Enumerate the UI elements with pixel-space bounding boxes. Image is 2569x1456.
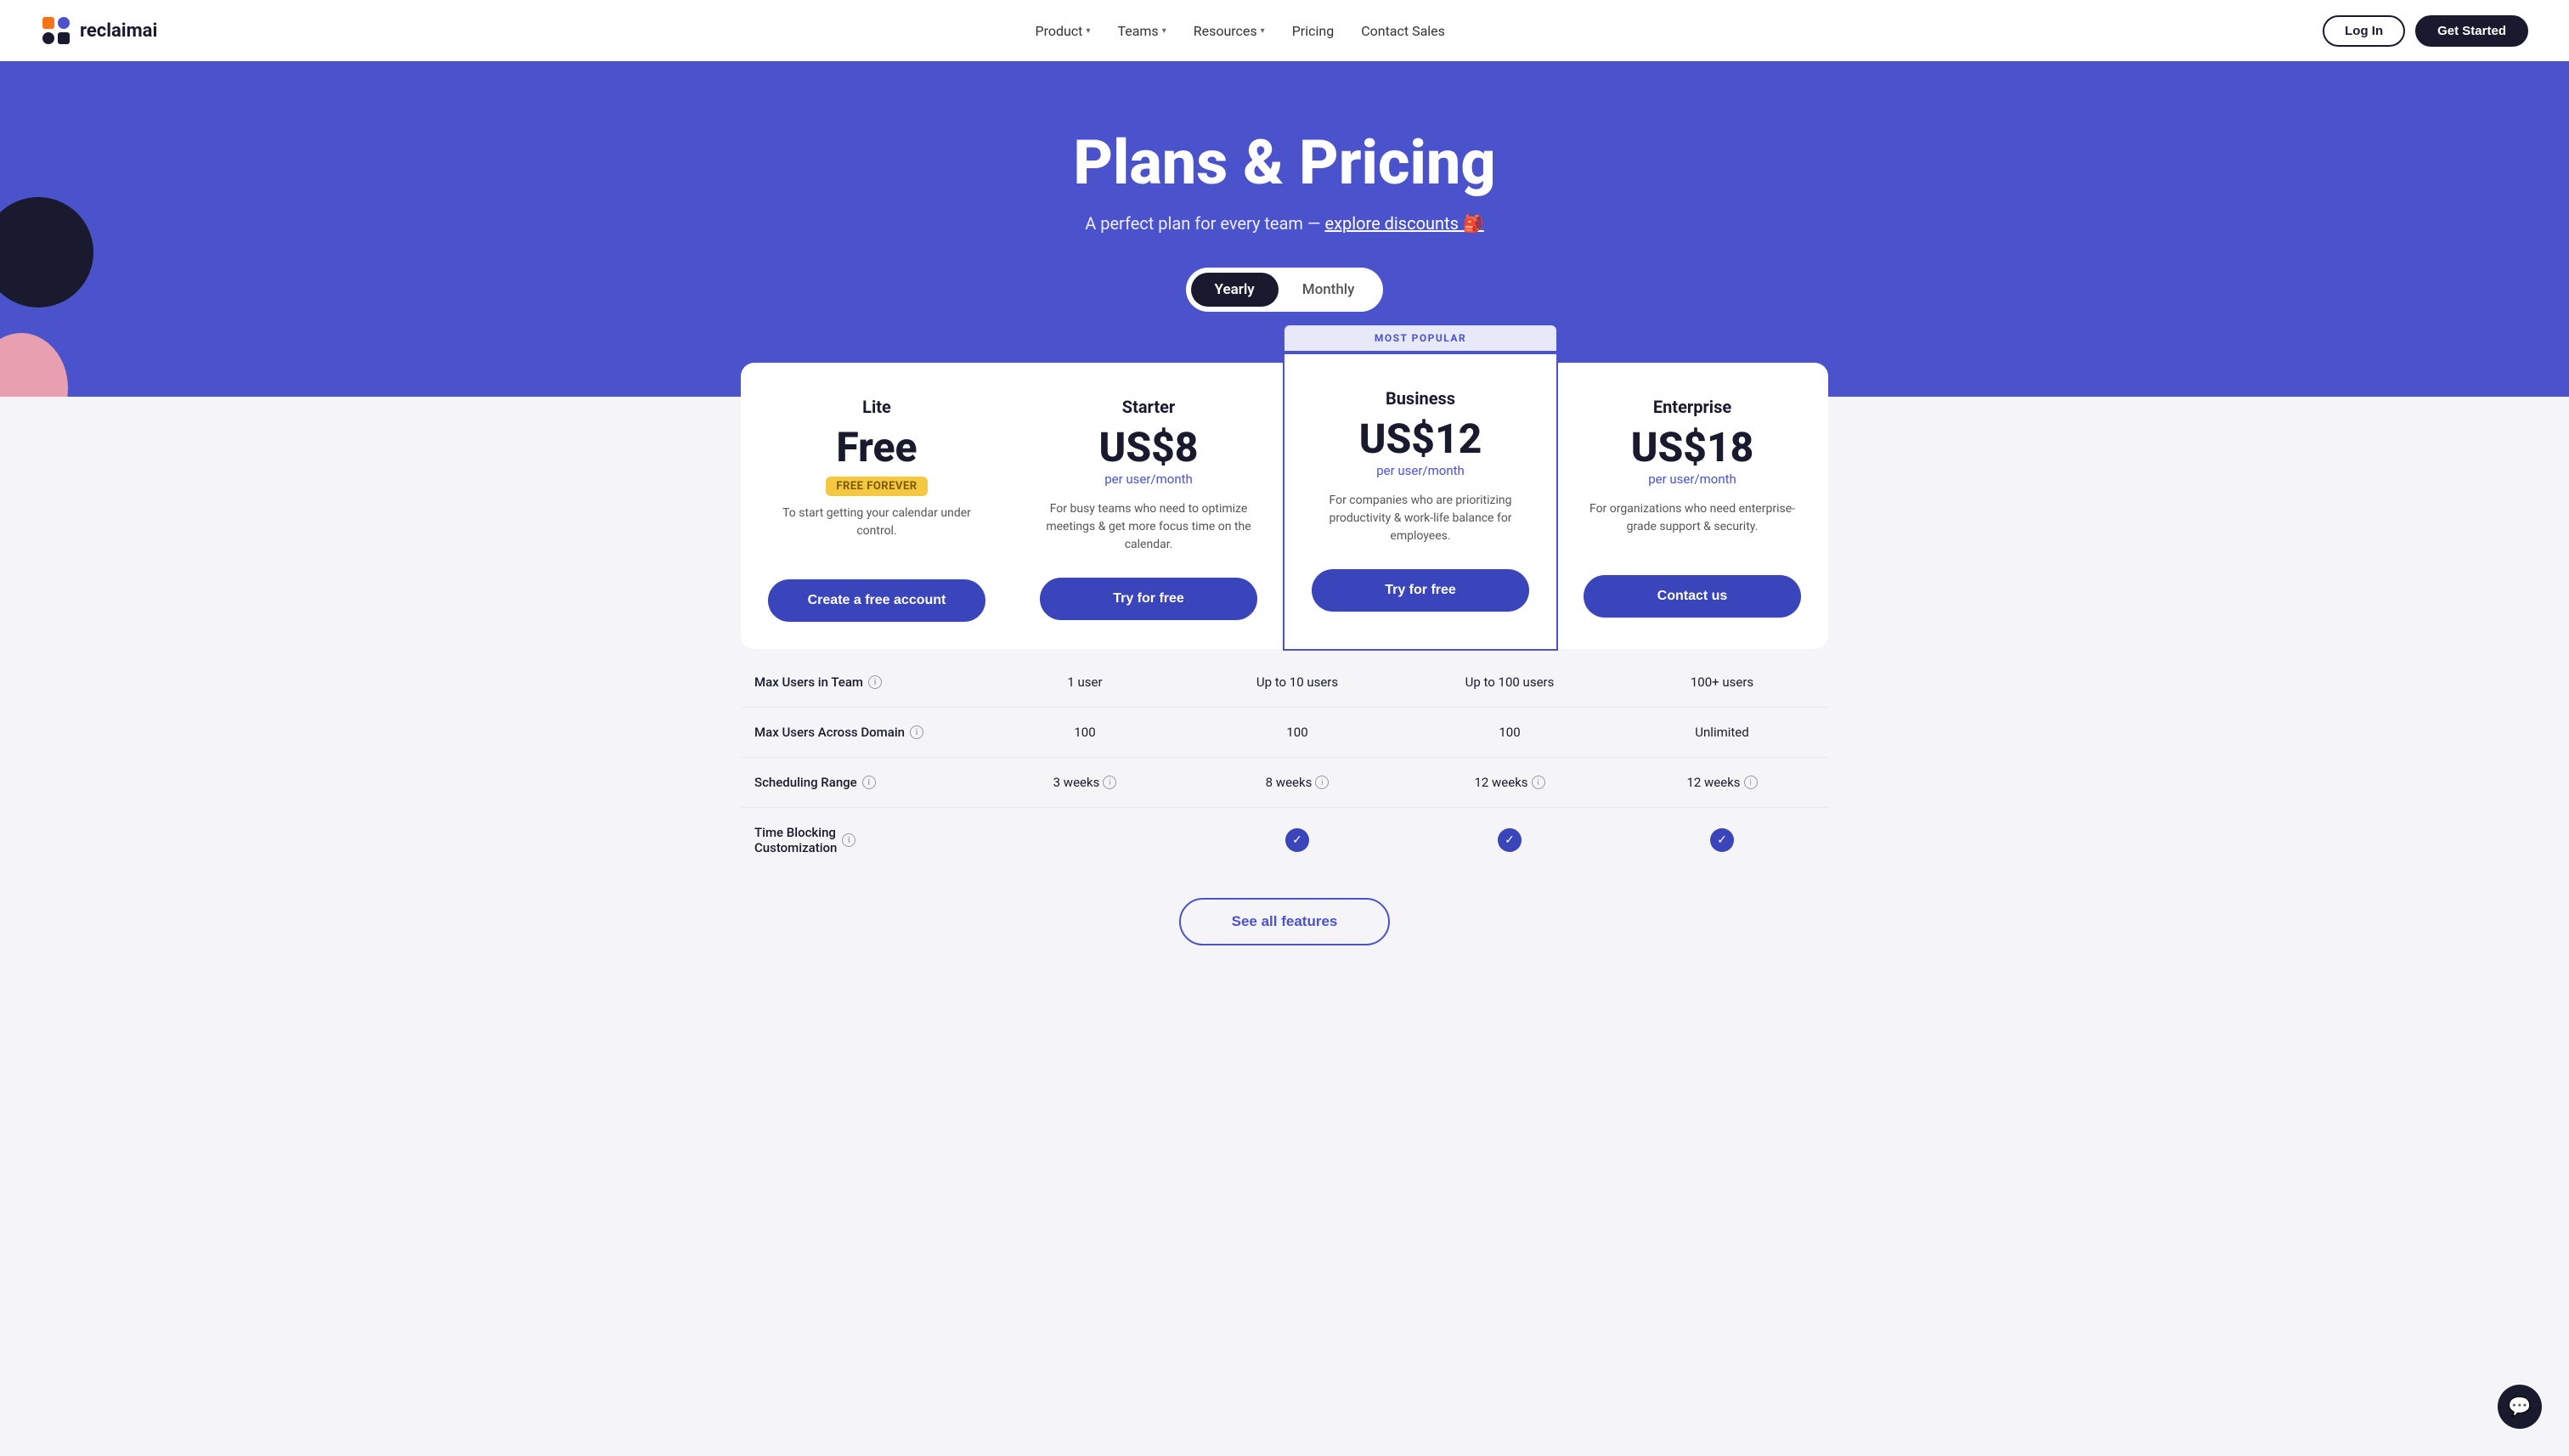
feature-value-enterprise-time-blocking: ✓ <box>1616 811 1828 869</box>
feature-value-business-time-blocking: ✓ <box>1403 811 1616 869</box>
chevron-down-icon: ▾ <box>1261 26 1265 36</box>
plan-lite-name: Lite <box>768 397 985 417</box>
plan-enterprise-desc: For organizations who need enterprise-gr… <box>1584 500 1801 551</box>
feature-value-starter-time-blocking: ✓ <box>1191 811 1403 869</box>
hero-subtitle: A perfect plan for every team — explore … <box>41 213 2528 234</box>
plan-business-price: US$12 <box>1312 419 1529 460</box>
deco-circle-pink <box>0 333 68 397</box>
see-all-features-section: See all features <box>41 881 2528 979</box>
chat-bubble-button[interactable]: 💬 <box>2498 1385 2542 1429</box>
plan-starter-desc: For busy teams who need to optimize meet… <box>1040 500 1257 554</box>
plan-starter-name: Starter <box>1040 397 1257 417</box>
feature-row-time-blocking: Time BlockingCustomization i ✓ ✓ ✓ <box>741 808 1828 872</box>
plan-lite-price: Free <box>768 427 985 468</box>
nav-actions: Log In Get Started <box>2323 15 2528 47</box>
feature-label-max-users-team: Max Users in Team i <box>741 657 979 707</box>
feature-row-max-users-domain: Max Users Across Domain i 100 100 100 Un… <box>741 708 1828 758</box>
feature-value-starter-scheduling: 8 weeks i <box>1191 758 1403 807</box>
plan-enterprise-name: Enterprise <box>1584 397 1801 417</box>
plan-enterprise-price: US$18 <box>1584 427 1801 468</box>
feature-label-max-users-domain: Max Users Across Domain i <box>741 708 979 757</box>
check-icon: ✓ <box>1710 828 1734 852</box>
billing-yearly[interactable]: Yearly <box>1191 273 1279 307</box>
info-icon[interactable]: i <box>868 675 882 689</box>
logo-text: reclaimai <box>80 20 157 42</box>
info-icon[interactable]: i <box>1103 776 1116 789</box>
page-title: Plans & Pricing <box>41 129 2528 196</box>
feature-value-enterprise-max-users-domain: Unlimited <box>1616 708 1828 757</box>
feature-row-max-users-team: Max Users in Team i 1 user Up to 10 user… <box>741 657 1828 708</box>
plan-business-name: Business <box>1312 388 1529 409</box>
navbar: reclaimai Product ▾ Teams ▾ Resources ▾ … <box>0 0 2569 61</box>
plan-starter: Starter US$8 per user/month For busy tea… <box>1013 363 1284 649</box>
plan-enterprise-cta[interactable]: Contact us <box>1584 575 1801 618</box>
info-icon[interactable]: i <box>842 833 855 847</box>
plan-lite: Lite Free FREE FOREVER To start getting … <box>741 363 1013 649</box>
info-icon[interactable]: i <box>910 725 923 739</box>
feature-value-enterprise-scheduling: 12 weeks i <box>1616 758 1828 807</box>
nav-teams[interactable]: Teams ▾ <box>1117 23 1166 39</box>
chevron-down-icon: ▾ <box>1086 26 1090 36</box>
check-icon: ✓ <box>1498 828 1522 852</box>
plan-enterprise-period: per user/month <box>1584 471 1801 487</box>
get-started-button[interactable]: Get Started <box>2415 15 2528 47</box>
info-icon[interactable]: i <box>1744 776 1758 789</box>
plan-lite-cta[interactable]: Create a free account <box>768 579 985 622</box>
see-all-features-button[interactable]: See all features <box>1179 898 1391 945</box>
plan-business-cta[interactable]: Try for free <box>1312 569 1529 612</box>
plans-container: Lite Free FREE FOREVER To start getting … <box>741 363 1828 649</box>
pricing-section: Lite Free FREE FOREVER To start getting … <box>0 397 2569 1047</box>
most-popular-badge: MOST POPULAR <box>1283 324 1558 351</box>
nav-resources[interactable]: Resources ▾ <box>1194 23 1265 39</box>
chevron-down-icon: ▾ <box>1162 26 1166 36</box>
billing-monthly[interactable]: Monthly <box>1279 273 1379 307</box>
feature-value-starter-max-users-domain: 100 <box>1191 708 1403 757</box>
feature-value-starter-max-users-team: Up to 10 users <box>1191 657 1403 707</box>
explore-discounts-link[interactable]: explore discounts 🎒 <box>1324 213 1483 234</box>
feature-value-lite-time-blocking <box>979 823 1191 857</box>
nav-contact-sales[interactable]: Contact Sales <box>1361 23 1445 39</box>
plan-business: MOST POPULAR Business US$12 per user/mon… <box>1284 354 1556 649</box>
feature-value-business-max-users-domain: 100 <box>1403 708 1616 757</box>
plan-starter-cta[interactable]: Try for free <box>1040 578 1257 620</box>
info-icon[interactable]: i <box>1532 776 1545 789</box>
billing-toggle: Yearly Monthly <box>1186 268 1384 312</box>
logo[interactable]: reclaimai <box>41 15 157 46</box>
plan-starter-price: US$8 <box>1040 427 1257 468</box>
nav-product[interactable]: Product ▾ <box>1035 23 1090 39</box>
feature-value-lite-scheduling: 3 weeks i <box>979 758 1191 807</box>
info-icon[interactable]: i <box>862 776 876 789</box>
plan-lite-badge: FREE FOREVER <box>826 477 927 496</box>
plan-enterprise: Enterprise US$18 per user/month For orga… <box>1556 363 1828 649</box>
feature-value-enterprise-max-users-team: 100+ users <box>1616 657 1828 707</box>
plan-business-period: per user/month <box>1312 463 1529 478</box>
nav-links: Product ▾ Teams ▾ Resources ▾ Pricing Co… <box>1035 23 1444 39</box>
feature-row-scheduling-range: Scheduling Range i 3 weeks i 8 weeks i 1… <box>741 758 1828 808</box>
chat-icon: 💬 <box>2508 1397 2531 1418</box>
info-icon[interactable]: i <box>1315 776 1329 789</box>
plan-lite-desc: To start getting your calendar under con… <box>768 505 985 556</box>
feature-value-lite-max-users-team: 1 user <box>979 657 1191 707</box>
plan-starter-period: per user/month <box>1040 471 1257 487</box>
features-table: Max Users in Team i 1 user Up to 10 user… <box>741 657 1828 872</box>
feature-label-scheduling-range: Scheduling Range i <box>741 758 979 807</box>
plan-business-desc: For companies who are prioritizing produ… <box>1312 492 1529 545</box>
feature-label-time-blocking: Time BlockingCustomization i <box>741 808 979 872</box>
login-button[interactable]: Log In <box>2323 15 2405 47</box>
feature-value-business-scheduling: 12 weeks i <box>1403 758 1616 807</box>
check-icon: ✓ <box>1285 828 1309 852</box>
nav-pricing[interactable]: Pricing <box>1292 23 1335 39</box>
feature-value-lite-max-users-domain: 100 <box>979 708 1191 757</box>
feature-value-business-max-users-team: Up to 100 users <box>1403 657 1616 707</box>
